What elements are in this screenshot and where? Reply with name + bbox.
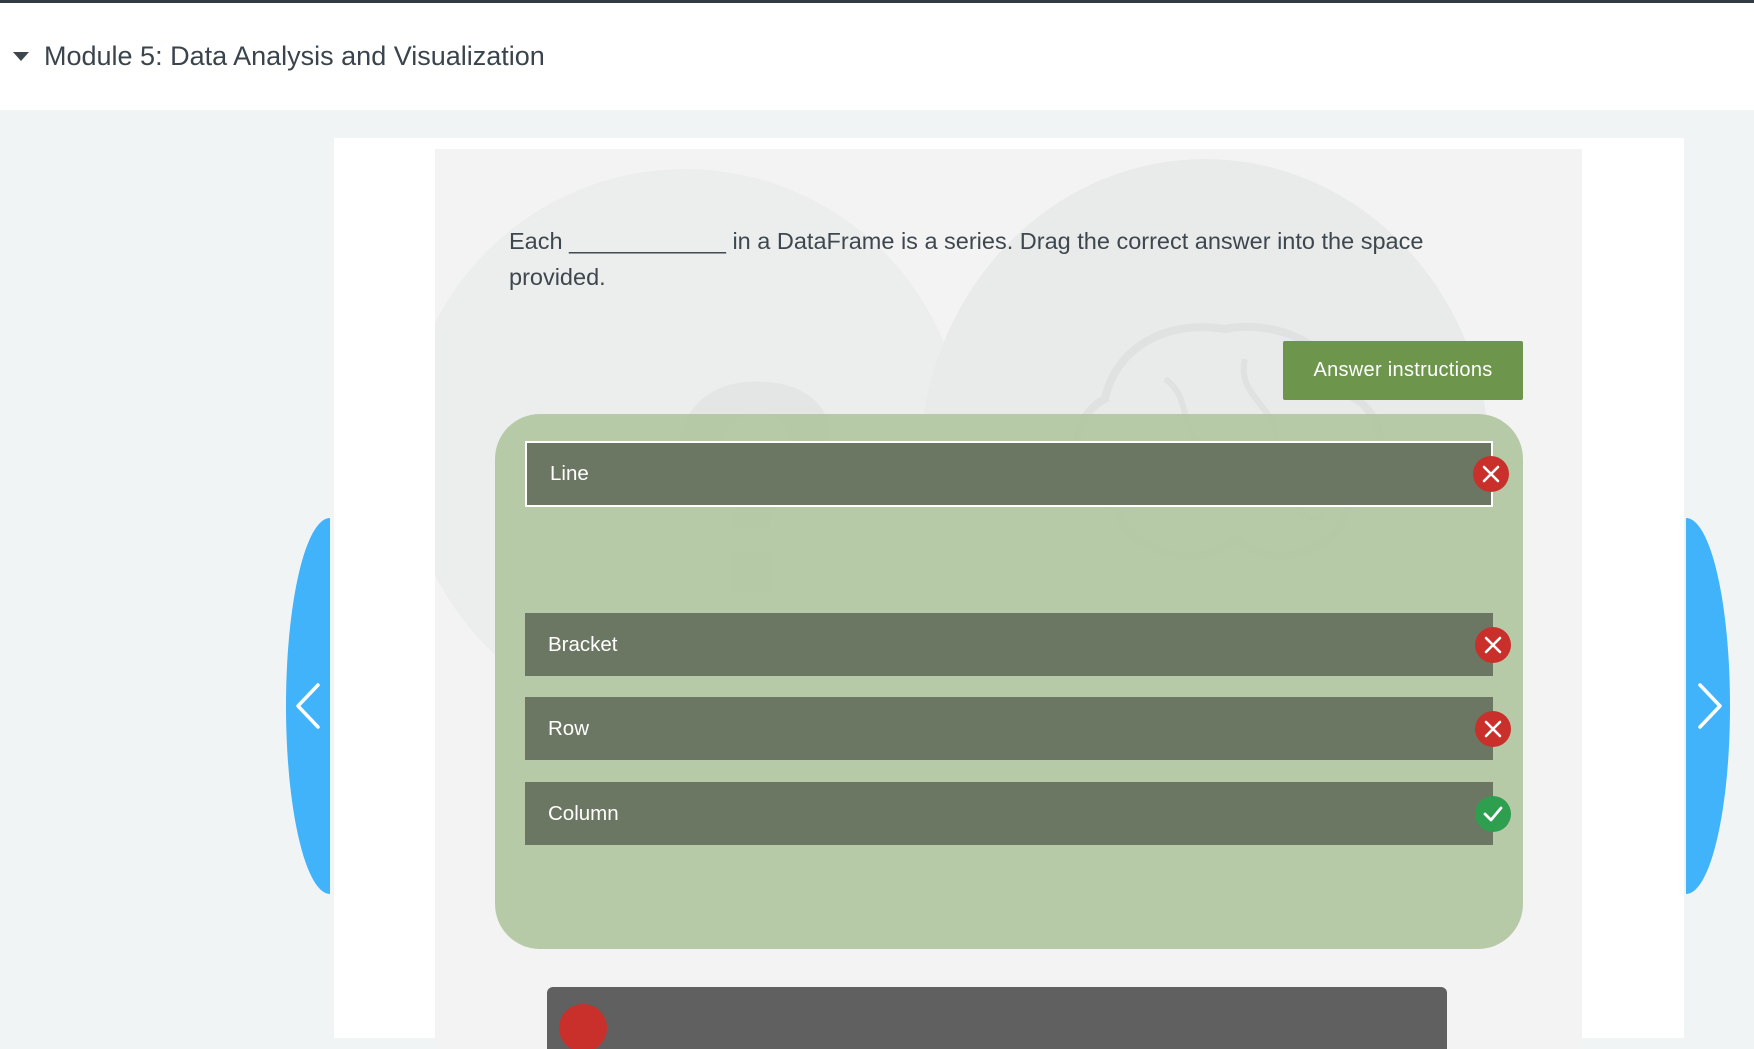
next-slide-button[interactable] (1686, 518, 1730, 894)
module-header[interactable]: Module 5: Data Analysis and Visualizatio… (0, 3, 1754, 110)
caret-down-icon[interactable] (13, 52, 29, 61)
chevron-left-icon (296, 683, 320, 729)
question-text: Each ____________ in a DataFrame is a se… (509, 228, 1424, 290)
option-row[interactable]: Row (525, 697, 1511, 760)
option-label: Column (548, 801, 619, 825)
option-line[interactable]: Line (525, 441, 1509, 507)
answer-instructions-button[interactable]: Answer instructions (1283, 341, 1523, 400)
module-title: Module 5: Data Analysis and Visualizatio… (44, 41, 545, 71)
option-label: Line (550, 462, 589, 485)
option-label: Row (548, 716, 590, 740)
option-column[interactable]: Column (525, 782, 1511, 845)
x-circle-icon (1475, 710, 1511, 747)
x-circle-icon (1473, 456, 1509, 492)
answer-drop-panel[interactable]: Line Bracket Row Column (495, 414, 1523, 949)
feedback-bar (547, 987, 1447, 1049)
check-circle-icon (1475, 795, 1511, 832)
option-label: Bracket (548, 632, 618, 656)
content-card: ? Each ____________ in a DataFrame is a … (334, 138, 1684, 1049)
option-bracket[interactable]: Bracket (525, 613, 1511, 676)
question-stage: ? Each ____________ in a DataFrame is a … (435, 149, 1582, 1049)
x-circle-icon (1475, 626, 1511, 663)
chevron-right-icon (1698, 683, 1722, 729)
previous-slide-button[interactable] (286, 518, 330, 894)
feedback-status-icon (559, 1004, 607, 1049)
